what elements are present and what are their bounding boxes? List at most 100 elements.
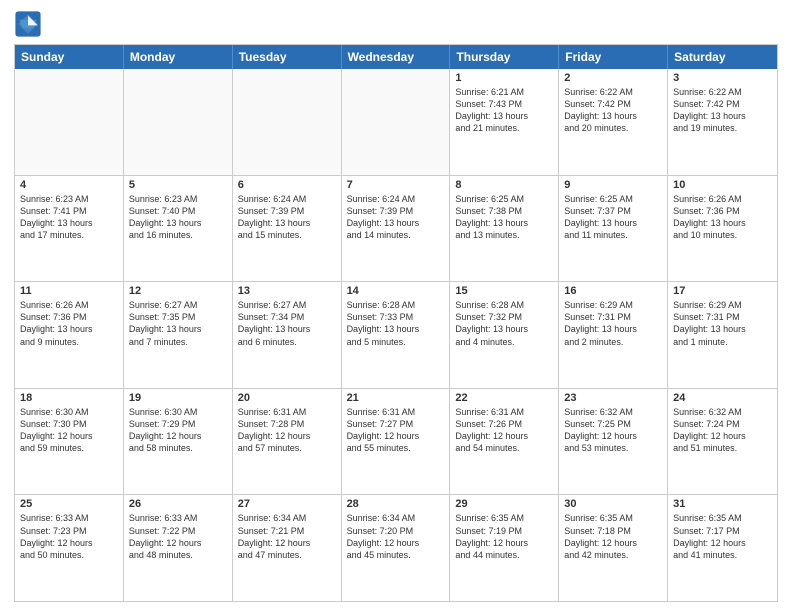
day-number: 2 (564, 72, 662, 84)
calendar-cell: 14 Sunrise: 6:28 AM Sunset: 7:33 PM Dayli… (342, 282, 451, 388)
calendar-cell: 5 Sunrise: 6:23 AM Sunset: 7:40 PM Daylig… (124, 176, 233, 282)
day-number: 3 (673, 72, 772, 84)
calendar-cell: 1 Sunrise: 6:21 AM Sunset: 7:43 PM Daylig… (450, 69, 559, 175)
calendar-cell: 3 Sunrise: 6:22 AM Sunset: 7:42 PM Daylig… (668, 69, 777, 175)
cell-content: Sunrise: 6:32 AM Sunset: 7:24 PM Dayligh… (673, 406, 772, 455)
day-number: 16 (564, 285, 662, 297)
day-number: 24 (673, 392, 772, 404)
cell-content: Sunrise: 6:30 AM Sunset: 7:29 PM Dayligh… (129, 406, 227, 455)
day-number: 17 (673, 285, 772, 297)
day-number: 28 (347, 498, 445, 510)
cell-content: Sunrise: 6:24 AM Sunset: 7:39 PM Dayligh… (347, 193, 445, 242)
cell-content: Sunrise: 6:35 AM Sunset: 7:18 PM Dayligh… (564, 512, 662, 561)
calendar-cell (15, 69, 124, 175)
header-day-friday: Friday (559, 45, 668, 69)
day-number: 21 (347, 392, 445, 404)
calendar-cell: 10 Sunrise: 6:26 AM Sunset: 7:36 PM Dayli… (668, 176, 777, 282)
calendar-cell: 24 Sunrise: 6:32 AM Sunset: 7:24 PM Dayli… (668, 389, 777, 495)
cell-content: Sunrise: 6:31 AM Sunset: 7:28 PM Dayligh… (238, 406, 336, 455)
day-number: 7 (347, 179, 445, 191)
day-number: 29 (455, 498, 553, 510)
day-number: 27 (238, 498, 336, 510)
cell-content: Sunrise: 6:23 AM Sunset: 7:40 PM Dayligh… (129, 193, 227, 242)
day-number: 5 (129, 179, 227, 191)
day-number: 13 (238, 285, 336, 297)
calendar-cell: 2Sunrise: 6:22 AM Sunset: 7:42 PM Daylig… (559, 69, 668, 175)
cell-content: Sunrise: 6:28 AM Sunset: 7:32 PM Dayligh… (455, 299, 553, 348)
day-number: 20 (238, 392, 336, 404)
cell-content: Sunrise: 6:24 AM Sunset: 7:39 PM Dayligh… (238, 193, 336, 242)
page: SundayMondayTuesdayWednesdayThursdayFrid… (0, 0, 792, 612)
day-number: 4 (20, 179, 118, 191)
cell-content: Sunrise: 6:35 AM Sunset: 7:17 PM Dayligh… (673, 512, 772, 561)
cell-content: Sunrise: 6:25 AM Sunset: 7:38 PM Dayligh… (455, 193, 553, 242)
calendar-row-5: 25Sunrise: 6:33 AM Sunset: 7:23 PM Dayli… (15, 494, 777, 601)
calendar-header: SundayMondayTuesdayWednesdayThursdayFrid… (15, 45, 777, 69)
day-number: 31 (673, 498, 772, 510)
cell-content: Sunrise: 6:28 AM Sunset: 7:33 PM Dayligh… (347, 299, 445, 348)
cell-content: Sunrise: 6:23 AM Sunset: 7:41 PM Dayligh… (20, 193, 118, 242)
calendar-cell: 29 Sunrise: 6:35 AM Sunset: 7:19 PM Dayli… (450, 495, 559, 601)
calendar-cell: 25Sunrise: 6:33 AM Sunset: 7:23 PM Dayli… (15, 495, 124, 601)
day-number: 10 (673, 179, 772, 191)
cell-content: Sunrise: 6:33 AM Sunset: 7:22 PM Dayligh… (129, 512, 227, 561)
cell-content: Sunrise: 6:27 AM Sunset: 7:34 PM Dayligh… (238, 299, 336, 348)
calendar-cell: 26 Sunrise: 6:33 AM Sunset: 7:22 PM Dayli… (124, 495, 233, 601)
calendar-cell: 31 Sunrise: 6:35 AM Sunset: 7:17 PM Dayli… (668, 495, 777, 601)
day-number: 1 (455, 72, 553, 84)
calendar-cell: 20 Sunrise: 6:31 AM Sunset: 7:28 PM Dayli… (233, 389, 342, 495)
calendar-cell: 21 Sunrise: 6:31 AM Sunset: 7:27 PM Dayli… (342, 389, 451, 495)
logo (14, 10, 46, 38)
header-day-sunday: Sunday (15, 45, 124, 69)
calendar-cell: 22 Sunrise: 6:31 AM Sunset: 7:26 PM Dayli… (450, 389, 559, 495)
day-number: 23 (564, 392, 662, 404)
cell-content: Sunrise: 6:29 AM Sunset: 7:31 PM Dayligh… (564, 299, 662, 348)
day-number: 12 (129, 285, 227, 297)
day-number: 30 (564, 498, 662, 510)
cell-content: Sunrise: 6:31 AM Sunset: 7:27 PM Dayligh… (347, 406, 445, 455)
calendar-cell: 15 Sunrise: 6:28 AM Sunset: 7:32 PM Dayli… (450, 282, 559, 388)
calendar-cell: 17 Sunrise: 6:29 AM Sunset: 7:31 PM Dayli… (668, 282, 777, 388)
day-number: 26 (129, 498, 227, 510)
cell-content: Sunrise: 6:26 AM Sunset: 7:36 PM Dayligh… (673, 193, 772, 242)
calendar-cell: 7 Sunrise: 6:24 AM Sunset: 7:39 PM Daylig… (342, 176, 451, 282)
cell-content: Sunrise: 6:31 AM Sunset: 7:26 PM Dayligh… (455, 406, 553, 455)
calendar-cell: 13 Sunrise: 6:27 AM Sunset: 7:34 PM Dayli… (233, 282, 342, 388)
day-number: 11 (20, 285, 118, 297)
cell-content: Sunrise: 6:22 AM Sunset: 7:42 PM Dayligh… (673, 86, 772, 135)
calendar-cell: 18Sunrise: 6:30 AM Sunset: 7:30 PM Dayli… (15, 389, 124, 495)
calendar-cell: 19Sunrise: 6:30 AM Sunset: 7:29 PM Dayli… (124, 389, 233, 495)
calendar-cell: 11 Sunrise: 6:26 AM Sunset: 7:36 PM Dayli… (15, 282, 124, 388)
header-day-saturday: Saturday (668, 45, 777, 69)
header-day-monday: Monday (124, 45, 233, 69)
calendar-cell: 30 Sunrise: 6:35 AM Sunset: 7:18 PM Dayli… (559, 495, 668, 601)
cell-content: Sunrise: 6:21 AM Sunset: 7:43 PM Dayligh… (455, 86, 553, 135)
cell-content: Sunrise: 6:30 AM Sunset: 7:30 PM Dayligh… (20, 406, 118, 455)
header-day-tuesday: Tuesday (233, 45, 342, 69)
cell-content: Sunrise: 6:25 AM Sunset: 7:37 PM Dayligh… (564, 193, 662, 242)
day-number: 22 (455, 392, 553, 404)
calendar: SundayMondayTuesdayWednesdayThursdayFrid… (14, 44, 778, 602)
cell-content: Sunrise: 6:26 AM Sunset: 7:36 PM Dayligh… (20, 299, 118, 348)
day-number: 15 (455, 285, 553, 297)
cell-content: Sunrise: 6:29 AM Sunset: 7:31 PM Dayligh… (673, 299, 772, 348)
calendar-row-4: 18Sunrise: 6:30 AM Sunset: 7:30 PM Dayli… (15, 388, 777, 495)
cell-content: Sunrise: 6:34 AM Sunset: 7:20 PM Dayligh… (347, 512, 445, 561)
calendar-cell: 27 Sunrise: 6:34 AM Sunset: 7:21 PM Dayli… (233, 495, 342, 601)
calendar-cell: 4 Sunrise: 6:23 AM Sunset: 7:41 PM Daylig… (15, 176, 124, 282)
calendar-cell (342, 69, 451, 175)
cell-content: Sunrise: 6:32 AM Sunset: 7:25 PM Dayligh… (564, 406, 662, 455)
calendar-cell: 8Sunrise: 6:25 AM Sunset: 7:38 PM Daylig… (450, 176, 559, 282)
calendar-cell: 12 Sunrise: 6:27 AM Sunset: 7:35 PM Dayli… (124, 282, 233, 388)
header-day-thursday: Thursday (450, 45, 559, 69)
calendar-cell: 6 Sunrise: 6:24 AM Sunset: 7:39 PM Daylig… (233, 176, 342, 282)
cell-content: Sunrise: 6:35 AM Sunset: 7:19 PM Dayligh… (455, 512, 553, 561)
calendar-row-3: 11 Sunrise: 6:26 AM Sunset: 7:36 PM Dayli… (15, 281, 777, 388)
header (14, 10, 778, 38)
calendar-cell: 28 Sunrise: 6:34 AM Sunset: 7:20 PM Dayli… (342, 495, 451, 601)
day-number: 14 (347, 285, 445, 297)
day-number: 6 (238, 179, 336, 191)
cell-content: Sunrise: 6:27 AM Sunset: 7:35 PM Dayligh… (129, 299, 227, 348)
calendar-cell: 23 Sunrise: 6:32 AM Sunset: 7:25 PM Dayli… (559, 389, 668, 495)
cell-content: Sunrise: 6:34 AM Sunset: 7:21 PM Dayligh… (238, 512, 336, 561)
